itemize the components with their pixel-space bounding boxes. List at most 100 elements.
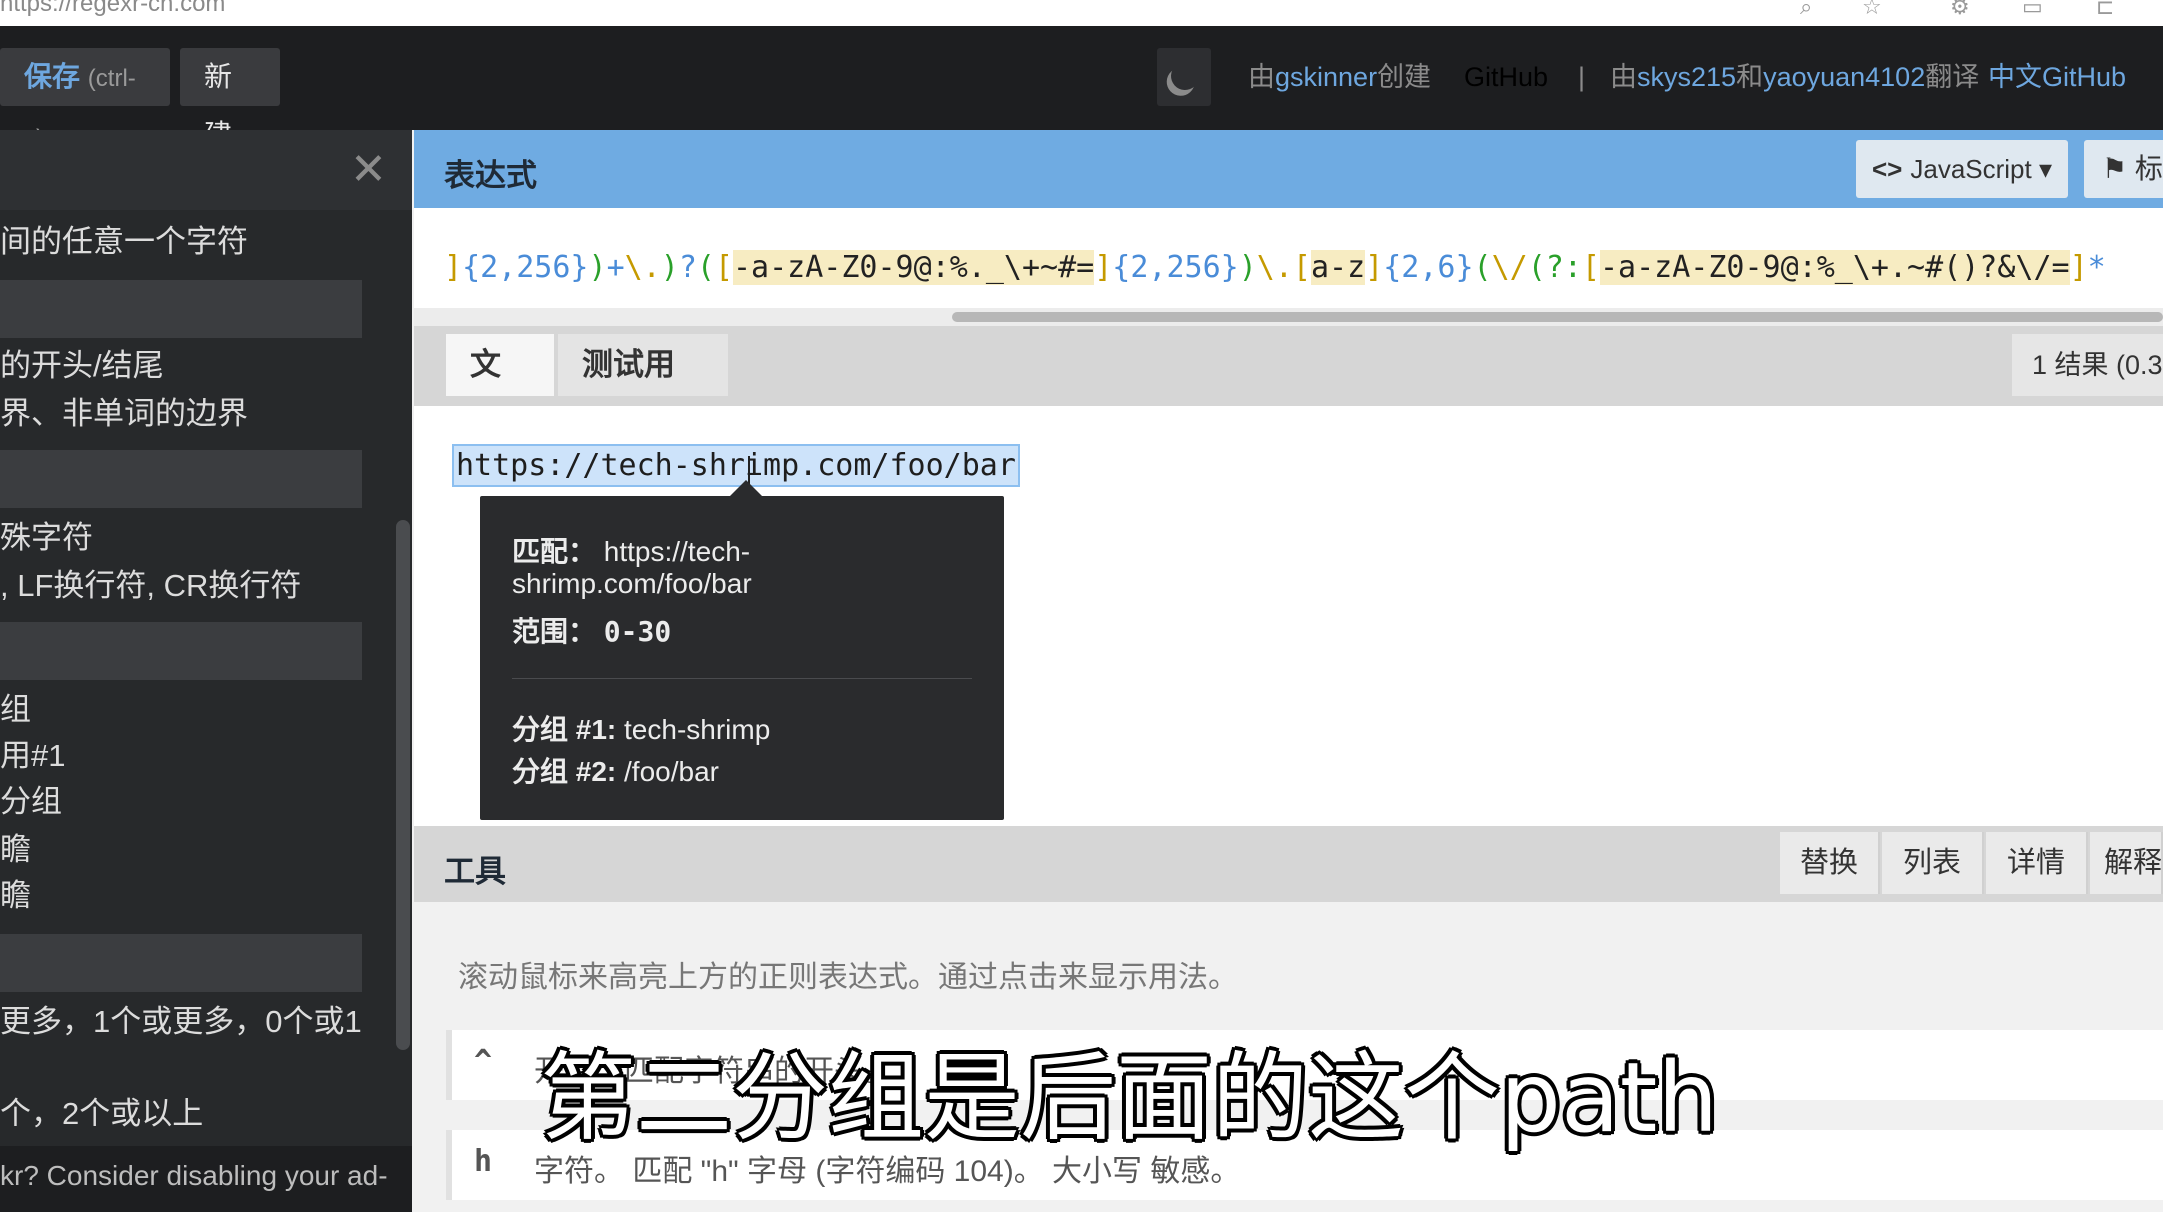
sidebar-section-band [0, 450, 362, 508]
sidebar-item[interactable]: 的开头/结尾 [0, 340, 164, 385]
regex-token[interactable]: \. [625, 250, 661, 285]
puzzle-icon[interactable]: ⚙ [1950, 0, 1970, 20]
credits: 由gskinner创建 [1248, 62, 1432, 92]
scroll-thumb[interactable] [952, 312, 2163, 322]
top-bar: 保存 (ctrl-s) 新建 由gskinner创建 GitHub | 由sky… [0, 26, 2163, 152]
save-button[interactable]: 保存 (ctrl-s) [0, 48, 170, 152]
sidebar-item[interactable]: 更多，1个或更多，0个或1 [0, 996, 362, 1041]
tooltip-group2-value: /foo/bar [624, 756, 719, 787]
regex-token[interactable]: {2,6} [1383, 250, 1473, 285]
regex-token[interactable]: ) [661, 250, 679, 285]
regex-token[interactable]: [ [1582, 250, 1600, 285]
sidebar-section-band [0, 280, 362, 338]
ad-notice: kr? Consider disabling your ad- [0, 1160, 388, 1191]
flags-button[interactable]: ⚑ 标 [2084, 140, 2163, 198]
translators: 由skys215和yaoyuan4102翻译 [1610, 62, 1980, 92]
url-text[interactable]: https://regexr-cn.com [0, 0, 225, 18]
sidebar-item[interactable]: 间的任意一个字符 [0, 216, 248, 261]
expression-title: 表达式 [444, 158, 537, 193]
flavor-label: JavaScript ▾ [1910, 154, 2053, 184]
save-label: 保存 [24, 61, 81, 92]
sidebar-item[interactable]: 殊字符 [0, 512, 93, 557]
translator1-link[interactable]: skys215 [1637, 62, 1736, 92]
regex-token[interactable]: * [2088, 250, 2106, 285]
cn-github-link[interactable]: 中文GitHub [1988, 48, 2126, 106]
reference-sidebar: ✕ 间的任意一个字符 的开头/结尾 界、非单词的边界 殊字符 , LF换行符, … [0, 130, 412, 1212]
sidebar-section-band [0, 622, 362, 680]
regex-token[interactable]: a-z [1310, 250, 1366, 285]
regex-token[interactable]: -a-zA-Z0-9@:%_\+.~#()?&\/= [1599, 250, 2070, 285]
flag-icon: ⚑ [2102, 153, 2128, 184]
sidebar-item[interactable]: 瞻 [0, 824, 31, 869]
sidebar-footer: kr? Consider disabling your ad- [0, 1146, 412, 1212]
regex-token[interactable]: + [607, 250, 625, 285]
regex-token[interactable]: ) [589, 250, 607, 285]
result-count: 1 结果 (0.3ms) [2012, 334, 2163, 396]
star-icon[interactable]: ☆ [1862, 0, 1882, 20]
flavor-select-button[interactable]: <> JavaScript ▾ [1856, 140, 2068, 198]
explain-token: ^ [474, 1044, 493, 1079]
browser-url-bar[interactable]: https://regexr-cn.com ⌕ ☆ ⚙ ▭ ⊏ [0, 0, 2163, 27]
theme-toggle-button[interactable] [1157, 48, 1211, 106]
sidebar-item[interactable]: 瞻 [0, 870, 31, 915]
regex-token[interactable]: ] [444, 250, 462, 285]
tools-header: 工具 替换 列表 详情 解释 [414, 826, 2163, 902]
regex-token[interactable]: ) [1239, 250, 1257, 285]
tab-details[interactable]: 详情 [1986, 832, 2088, 894]
split-icon[interactable]: ▭ [2022, 0, 2043, 20]
text-header: 文本 测试用例 1 结果 (0.3ms) [414, 326, 2163, 444]
moon-icon [1167, 58, 1203, 94]
author-link[interactable]: gskinner [1275, 62, 1377, 92]
tooltip-match-label: 匹配： [512, 536, 597, 567]
tab-list[interactable]: 列表 [1882, 832, 1984, 894]
tooltip-group1-value: tech-shrimp [624, 714, 771, 745]
regex-token[interactable]: [ [1293, 250, 1311, 285]
sidebar-item[interactable]: 组 [0, 684, 31, 729]
video-subtitle: 第二分组是后面的这个path [540, 1042, 1719, 1154]
regex-token[interactable]: ( [1474, 250, 1492, 285]
regex-token[interactable]: -a-zA-Z0-9@:%._\+~#= [733, 250, 1095, 285]
regex-token[interactable]: [ [715, 250, 733, 285]
text-editor[interactable]: https://tech-shrimp.com/foo/bar 匹配： http… [414, 406, 2163, 826]
regex-text[interactable]: ]{2,256})+\.)?([-a-zA-Z0-9@:%._\+~#=]{2,… [444, 250, 2106, 285]
regex-token[interactable]: (?: [1528, 250, 1582, 285]
tab-tests[interactable]: 测试用例 [558, 334, 728, 444]
regex-token[interactable]: ( [697, 250, 715, 285]
tab-replace[interactable]: 替换 [1780, 832, 1880, 894]
translator2-link[interactable]: yaoyuan4102 [1763, 62, 1925, 92]
regex-token[interactable]: {2,256} [462, 250, 588, 285]
tooltip-group2-label: 分组 #2: [512, 756, 617, 787]
github-link[interactable]: GitHub [1464, 48, 1548, 106]
tab-icon[interactable]: ⊏ [2096, 0, 2114, 20]
sidebar-item[interactable]: 分组 [0, 776, 62, 821]
tab-explain[interactable]: 解释 [2090, 832, 2163, 894]
expression-editor[interactable]: ]{2,256})+\.)?([-a-zA-Z0-9@:%._\+~#=]{2,… [414, 208, 2163, 308]
tools-hint: 滚动鼠标来高亮上方的正则表达式。通过点击来显示用法。 [458, 961, 1238, 994]
regex-token[interactable]: ] [1094, 250, 1112, 285]
regex-token[interactable]: {2,256} [1112, 250, 1238, 285]
regex-token[interactable]: \. [1257, 250, 1293, 285]
tooltip-range-value: 0-30 [603, 615, 672, 648]
sidebar-item[interactable]: 用#1 [0, 730, 65, 775]
regex-token[interactable]: ? [679, 250, 697, 285]
tooltip-group1-label: 分组 #1: [512, 714, 617, 745]
expression-scrollbar[interactable] [414, 308, 2163, 326]
tooltip-range-label: 范围： [512, 616, 597, 647]
sidebar-scrollbar[interactable] [396, 520, 410, 1050]
tab-text[interactable]: 文本 [446, 334, 554, 444]
tooltip-match-value-2: shrimp.com/foo/bar [512, 568, 752, 599]
regex-token[interactable]: ] [1365, 250, 1383, 285]
sidebar-header: ✕ [0, 130, 412, 210]
regex-token[interactable]: \/ [1492, 250, 1528, 285]
sidebar-item[interactable]: , LF换行符, CR换行符 [0, 560, 301, 605]
sidebar-item[interactable]: 个，2个或以上 [0, 1088, 203, 1133]
tooltip-divider [512, 678, 972, 679]
close-icon[interactable]: ✕ [350, 140, 387, 200]
sidebar-item[interactable]: 界、非单词的边界 [0, 388, 248, 433]
new-button[interactable]: 新建 [180, 48, 280, 150]
tools-title: 工具 [444, 854, 506, 889]
sidebar-section-band [0, 934, 362, 992]
regex-token[interactable]: ] [2070, 250, 2088, 285]
search-icon[interactable]: ⌕ [1800, 0, 1812, 20]
tooltip-match-value-1: https://tech- [603, 536, 751, 567]
